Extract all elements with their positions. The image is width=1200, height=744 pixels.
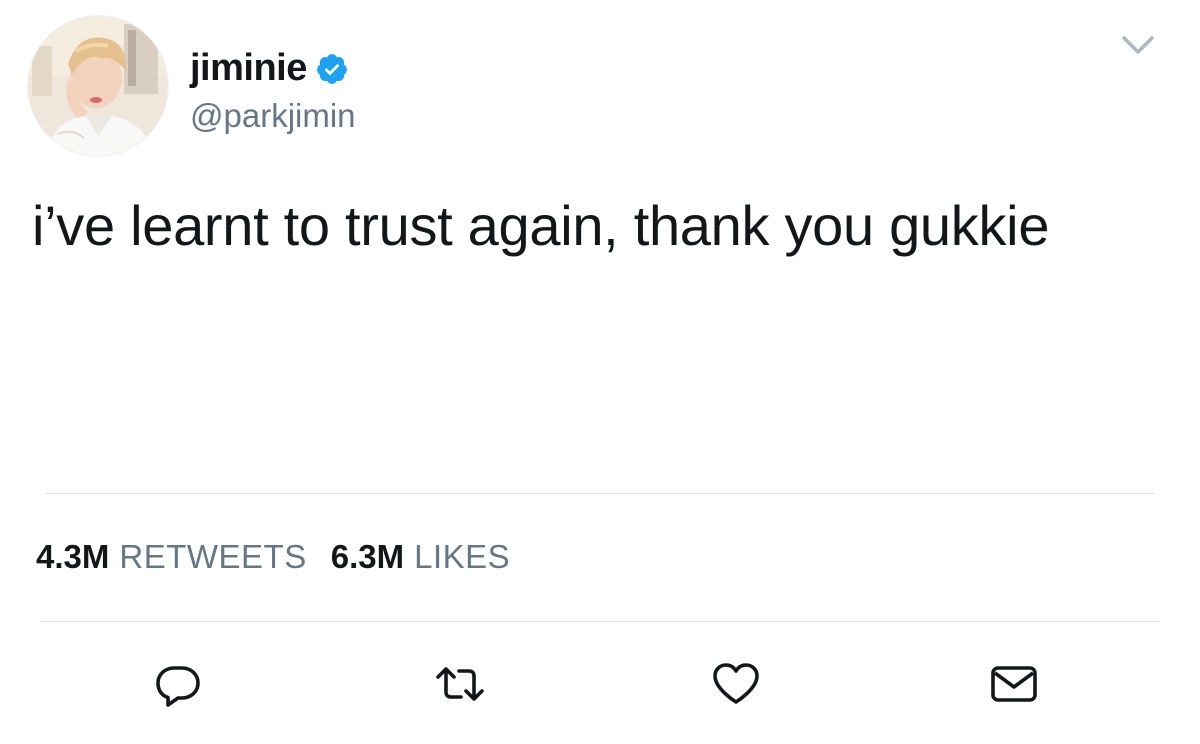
- like-button[interactable]: [704, 652, 768, 716]
- retweet-button[interactable]: [428, 652, 492, 716]
- retweet-icon: [436, 667, 484, 701]
- reply-icon: [156, 666, 200, 707]
- user-handle[interactable]: @parkjimin: [190, 96, 356, 136]
- avatar-photo: [28, 16, 168, 156]
- avatar[interactable]: [28, 16, 168, 156]
- tweet-text: i’ve learnt to trust again, thank you gu…: [32, 194, 1050, 257]
- direct-message-button[interactable]: [982, 652, 1046, 716]
- retweets-count: 4.3M: [36, 538, 110, 575]
- divider: [40, 621, 1160, 622]
- likes-count: 6.3M: [330, 538, 405, 575]
- direct-message-icon: [991, 666, 1037, 702]
- likes-label: LIKES: [414, 538, 511, 575]
- verified-badge-icon: [316, 54, 347, 84]
- user-name-row[interactable]: jiminie: [190, 40, 349, 96]
- likes-stat[interactable]: 6.3M LIKES: [331, 540, 510, 573]
- reply-button[interactable]: [146, 652, 210, 716]
- retweets-label: RETWEETS: [119, 538, 307, 575]
- like-icon: [713, 663, 759, 704]
- tweet-stats: 4.3M RETWEETS 6.3M LIKES: [36, 540, 510, 573]
- chevron-down-icon[interactable]: [1118, 30, 1158, 60]
- divider: [46, 493, 1154, 494]
- retweets-stat[interactable]: 4.3M RETWEETS: [36, 540, 307, 573]
- display-name[interactable]: jiminie: [190, 49, 307, 87]
- tweet-actions: [0, 652, 1200, 716]
